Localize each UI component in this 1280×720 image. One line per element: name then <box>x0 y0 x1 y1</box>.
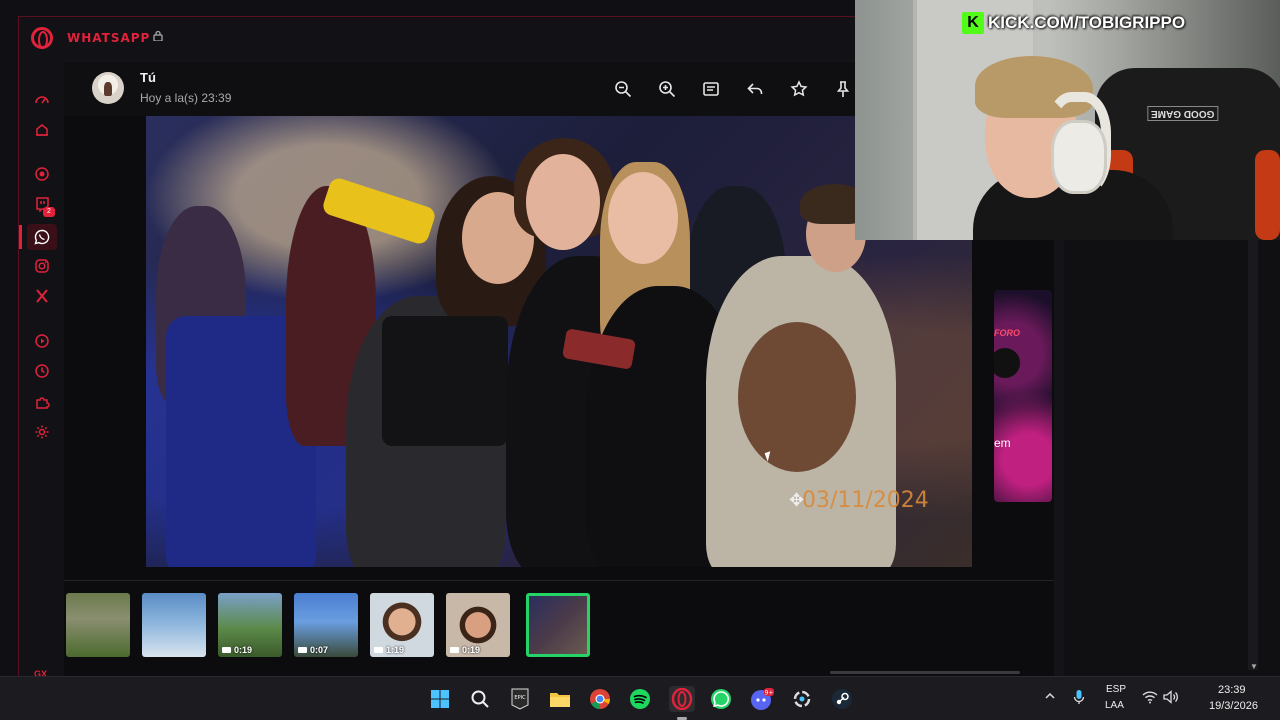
steam-icon[interactable] <box>829 686 855 712</box>
video-camera-icon <box>298 647 307 653</box>
video-camera-icon <box>222 647 231 653</box>
media-photo[interactable]: 03/11/2024 ✥ <box>146 116 972 567</box>
scroll-down-arrow-icon[interactable]: ▼ <box>1250 662 1258 671</box>
gx-corner-icon[interactable] <box>33 121 51 139</box>
headset-earcup <box>1051 120 1107 194</box>
video-duration: 1:19 <box>374 645 404 655</box>
star-icon[interactable] <box>789 79 809 99</box>
message-media-preview[interactable]: FORO em <box>994 290 1052 502</box>
pin-icon[interactable] <box>833 79 853 99</box>
video-duration: 0:07 <box>298 645 328 655</box>
kick-logo-icon: K <box>962 12 984 34</box>
video-duration: 0:19 <box>222 645 252 655</box>
message-timestamp: Hoy a la(s) 23:39 <box>140 91 232 105</box>
spotify-icon[interactable] <box>627 686 653 712</box>
costume-patch <box>738 322 856 472</box>
thumbnail-4[interactable]: 1:19 <box>370 593 434 657</box>
epic-games-icon[interactable]: EPIC <box>507 686 533 712</box>
go-to-message-icon[interactable] <box>701 79 721 99</box>
player-icon[interactable] <box>33 332 51 350</box>
duration-label: 0:19 <box>462 645 481 655</box>
stream-banner: K KICK.COM/TOBIGRIPPO <box>962 12 1185 34</box>
input-language[interactable]: ESP <box>1106 684 1126 695</box>
black-top <box>382 316 508 446</box>
svg-text:EPIC: EPIC <box>514 695 526 701</box>
zoom-in-icon[interactable] <box>657 79 677 99</box>
sender-name: Tú <box>140 70 156 85</box>
settings-gear-icon[interactable] <box>33 423 51 441</box>
notification-badge: 2 <box>43 207 55 217</box>
lock-icon[interactable] <box>153 30 163 44</box>
wifi-icon[interactable] <box>1142 690 1158 707</box>
browser-sidebar: 2 GX ··· <box>19 59 65 709</box>
zoom-out-icon[interactable] <box>613 79 633 99</box>
horizontal-scrollbar[interactable] <box>830 671 1020 674</box>
opera-gx-icon[interactable] <box>669 686 695 712</box>
clock-time[interactable]: 23:39 <box>1218 684 1246 696</box>
history-icon[interactable] <box>33 362 51 380</box>
thumbnail-strip: 0:19 0:07 1:19 0:19 <box>64 580 1054 676</box>
duration-label: 1:19 <box>386 645 405 655</box>
steam-deck-icon[interactable] <box>789 686 815 712</box>
gx-control-icon[interactable] <box>33 165 51 183</box>
thumbnail-6-selected[interactable] <box>526 593 590 657</box>
speed-dial-icon[interactable] <box>33 91 51 109</box>
stream-url: KICK.COM/TOBIGRIPPO <box>988 13 1186 32</box>
thumbnail-5[interactable]: 0:19 <box>446 593 510 657</box>
search-icon[interactable] <box>467 686 493 712</box>
video-duration: 0:19 <box>450 645 480 655</box>
video-camera-icon <box>450 647 459 653</box>
webcam-overlay: GOOD GAME K KICK.COM/TOBIGRIPPO <box>855 0 1280 240</box>
taskbar: EPIC 9+ ESP LAA 23:39 19/3/2026 <box>0 676 1280 720</box>
move-cursor-icon: ✥ <box>789 490 805 510</box>
volume-icon[interactable] <box>1163 690 1179 707</box>
thumbnail-2[interactable]: 0:19 <box>218 593 282 657</box>
microphone-icon[interactable] <box>1073 689 1085 708</box>
active-item-indicator <box>19 225 22 249</box>
face <box>526 154 600 250</box>
panel-title: WHATSAPP <box>67 31 151 45</box>
preview-brand-text: FORO <box>994 328 1020 338</box>
extensions-icon[interactable] <box>33 393 51 411</box>
keyboard-layout[interactable]: LAA <box>1105 700 1124 711</box>
photo-date-stamp: 03/11/2024 <box>802 488 929 513</box>
thumbnail-0[interactable] <box>66 593 130 657</box>
chrome-icon[interactable] <box>587 686 613 712</box>
instagram-icon[interactable] <box>33 257 51 275</box>
clock-date[interactable]: 19/3/2026 <box>1209 700 1258 712</box>
screen: WHATSAPP 2 GX Tú Hoy a la(s) 23:39 03/11… <box>0 0 1280 720</box>
preview-logo <box>994 346 1022 380</box>
windows-start-icon[interactable] <box>427 686 453 712</box>
video-camera-icon <box>374 647 383 653</box>
show-hidden-icons-icon[interactable] <box>1044 690 1056 705</box>
duration-label: 0:19 <box>234 645 253 655</box>
chair-red-panel <box>1255 150 1280 240</box>
thumbnail-3[interactable]: 0:07 <box>294 593 358 657</box>
reply-icon[interactable] <box>745 79 765 99</box>
face <box>608 172 678 264</box>
whatsapp-icon[interactable] <box>33 228 51 246</box>
thumbnail-1[interactable] <box>142 593 206 657</box>
duration-label: 0:07 <box>310 645 329 655</box>
vertical-scrollbar[interactable] <box>1248 240 1258 670</box>
opera-gx-logo-icon[interactable] <box>31 27 53 49</box>
avatar[interactable] <box>92 72 124 104</box>
discord-icon[interactable]: 9+ <box>749 686 775 712</box>
chair-logo: GOOD GAME <box>1147 106 1219 121</box>
preview-caption: em <box>994 436 1011 450</box>
x-twitter-icon[interactable] <box>33 287 51 305</box>
whatsapp-taskbar-icon[interactable] <box>708 686 734 712</box>
file-explorer-icon[interactable] <box>547 686 573 712</box>
discord-badge: 9+ <box>765 690 774 697</box>
